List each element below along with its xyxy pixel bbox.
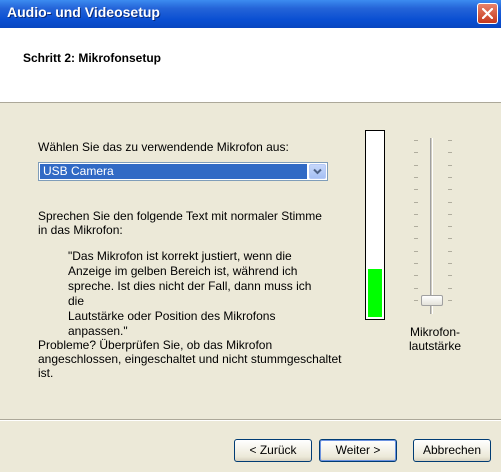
- slider-tick: [448, 165, 452, 166]
- problems-line-3: ist.: [38, 366, 54, 380]
- slider-tick: [414, 300, 418, 301]
- instruction-line-1: Sprechen Sie den folgende Text mit norma…: [38, 209, 322, 223]
- slider-tick: [448, 300, 452, 301]
- sample-text-line: anpassen.": [68, 324, 128, 338]
- slider-tick: [448, 226, 452, 227]
- audio-video-setup-window: Audio- und Videosetup Schritt 2: Mikrofo…: [0, 0, 501, 472]
- slider-tick: [414, 140, 418, 141]
- slider-tick: [448, 202, 452, 203]
- slider-tick: [414, 189, 418, 190]
- slider-tick: [448, 251, 452, 252]
- sample-text-line: Anzeige im gelben Bereich ist, während i…: [68, 264, 298, 278]
- slider-tick: [414, 177, 418, 178]
- chevron-down-icon: [313, 168, 322, 175]
- volume-slider-track[interactable]: [430, 138, 433, 314]
- sample-text: "Das Mikrofon ist korrekt justiert, wenn…: [68, 249, 323, 339]
- volume-slider-thumb[interactable]: [421, 295, 443, 306]
- slider-tick: [414, 263, 418, 264]
- slider-tick: [448, 214, 452, 215]
- footer-divider: [0, 419, 501, 421]
- title-bar[interactable]: Audio- und Videosetup: [0, 0, 501, 28]
- dropdown-button[interactable]: [309, 164, 326, 179]
- volume-label-line-1: Mikrofon-: [409, 325, 460, 339]
- volume-slider-label: Mikrofon- lautstärke: [405, 325, 465, 353]
- cancel-button[interactable]: Abbrechen: [413, 439, 491, 462]
- microphone-select[interactable]: USB Camera: [38, 162, 328, 181]
- close-button[interactable]: [477, 3, 498, 24]
- close-icon: [482, 8, 493, 19]
- slider-tick: [414, 275, 418, 276]
- sample-text-line: spreche. Ist dies nicht der Fall, dann m…: [68, 279, 312, 308]
- volume-label-line-2: lautstärke: [408, 339, 462, 353]
- back-button[interactable]: < Zurück: [234, 439, 312, 462]
- slider-tick: [414, 238, 418, 239]
- slider-tick: [414, 288, 418, 289]
- sample-text-line: Lautstärke oder Position des Mikrofons: [68, 309, 276, 323]
- problems-line-1: Probleme? Überprüfen Sie, ob das Mikrofo…: [38, 338, 273, 352]
- slider-tick: [414, 152, 418, 153]
- slider-tick: [414, 202, 418, 203]
- slider-tick: [448, 238, 452, 239]
- slider-tick: [448, 177, 452, 178]
- problems-line-2: angeschlossen, eingeschaltet und nicht s…: [38, 352, 342, 366]
- wizard-header: Schritt 2: Mikrofonsetup: [0, 28, 501, 103]
- slider-tick: [448, 288, 452, 289]
- sample-text-line: "Das Mikrofon ist korrekt justiert, wenn…: [68, 249, 292, 263]
- next-button[interactable]: Weiter >: [319, 439, 397, 462]
- slider-tick: [414, 251, 418, 252]
- microphone-level-meter: [365, 130, 385, 320]
- microphone-select-value: USB Camera: [40, 164, 307, 179]
- level-meter-fill: [368, 269, 382, 317]
- choose-microphone-label: Wählen Sie das zu verwendende Mikrofon a…: [38, 140, 289, 154]
- instruction-line-2: in das Mikrofon:: [38, 223, 123, 237]
- slider-tick: [414, 165, 418, 166]
- slider-tick: [414, 214, 418, 215]
- window-title: Audio- und Videosetup: [7, 4, 160, 20]
- slider-tick: [414, 226, 418, 227]
- slider-tick: [448, 275, 452, 276]
- step-title: Schritt 2: Mikrofonsetup: [23, 51, 162, 65]
- slider-tick: [448, 140, 452, 141]
- slider-tick: [448, 152, 452, 153]
- slider-tick: [448, 263, 452, 264]
- slider-tick: [448, 189, 452, 190]
